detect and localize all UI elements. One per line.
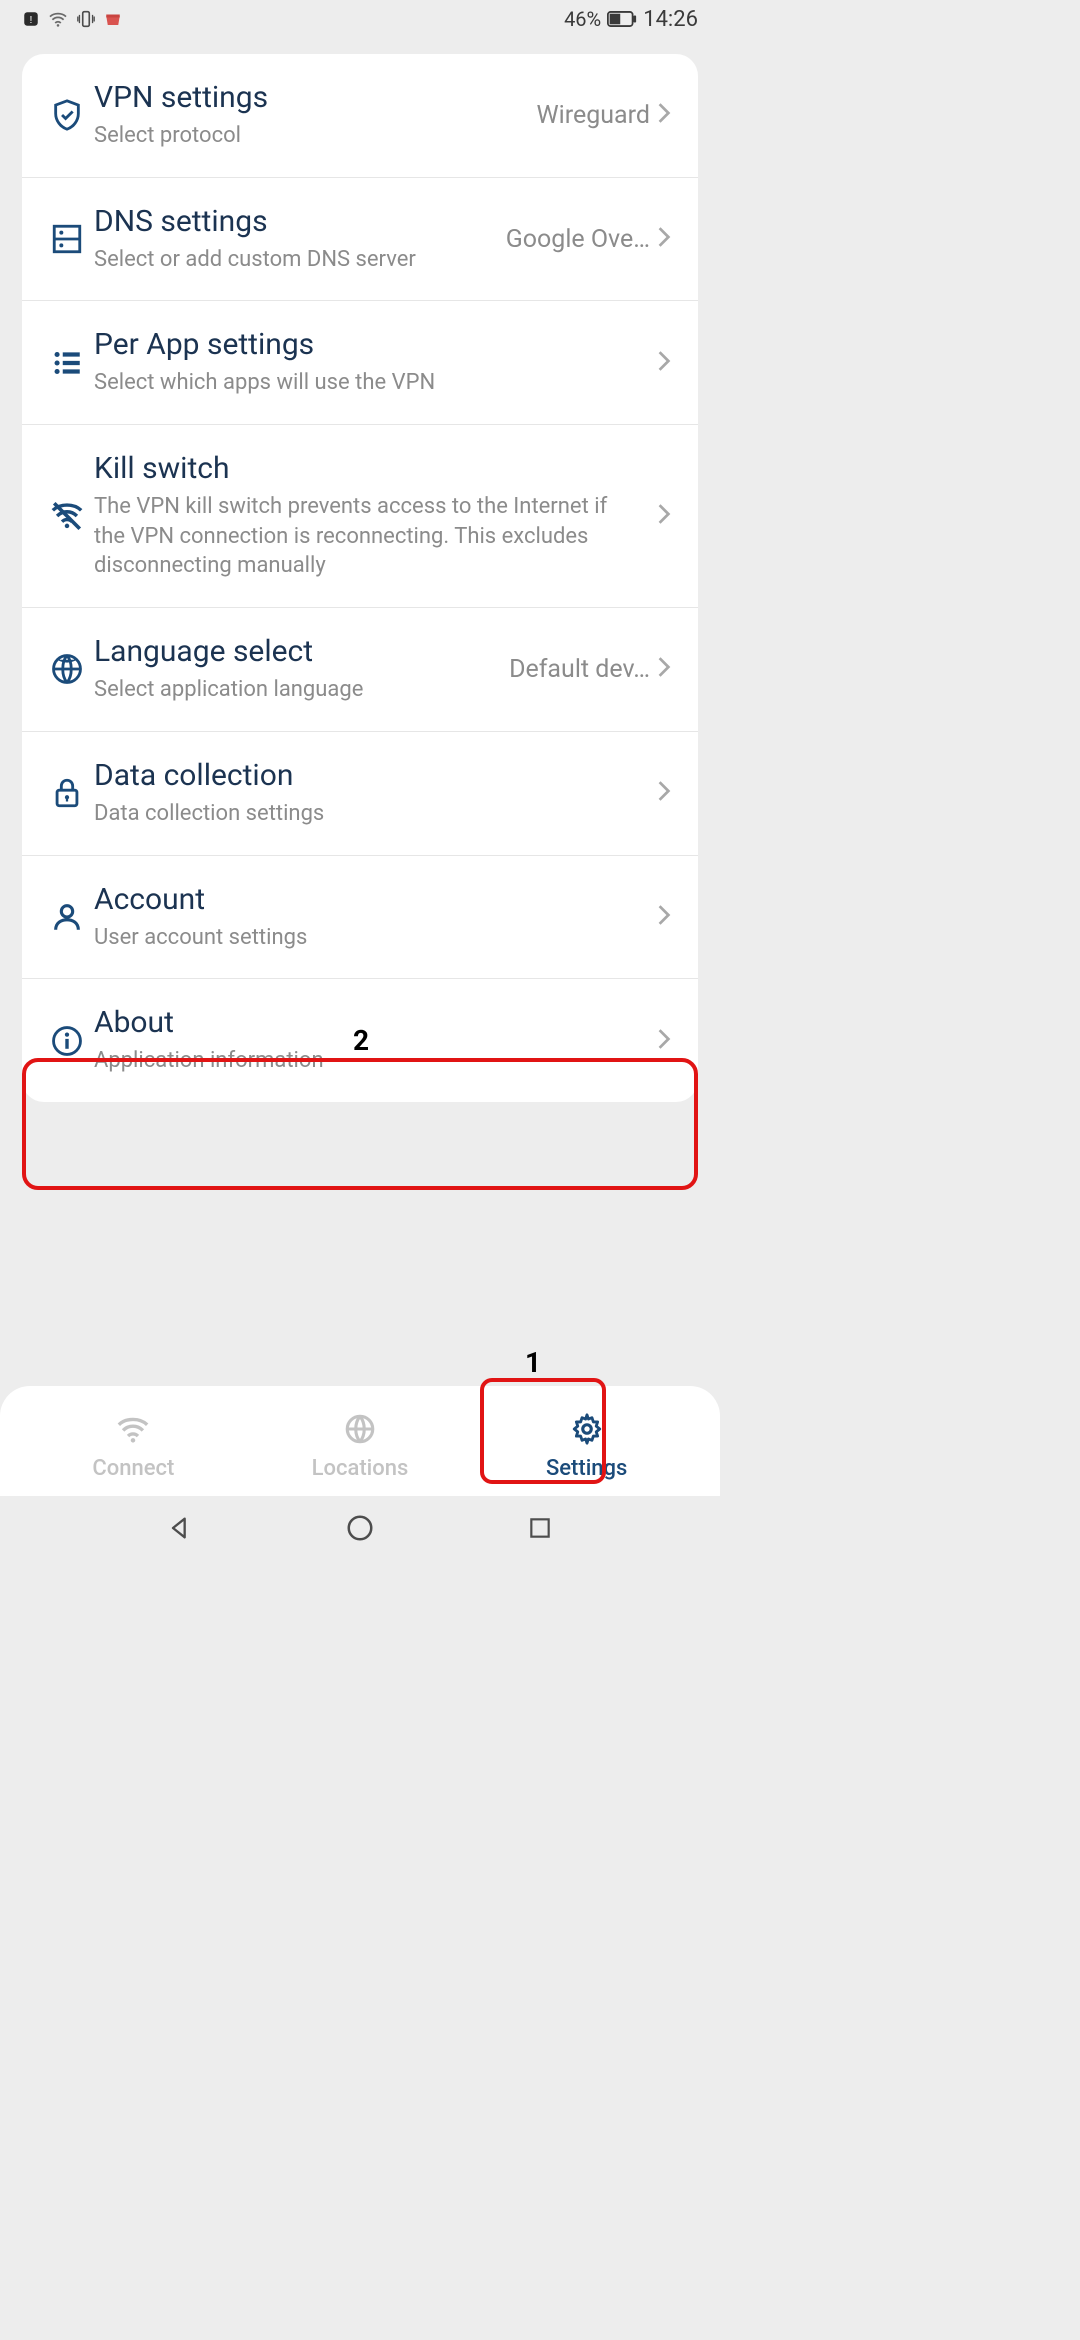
nfc-badge-icon: ! — [22, 10, 40, 28]
chevron-right-icon — [657, 102, 671, 128]
back-button[interactable] — [163, 1511, 197, 1545]
info-icon — [50, 1024, 84, 1062]
nav-label: Locations — [312, 1456, 409, 1481]
list-icon — [50, 346, 84, 384]
globe-icon — [343, 1412, 377, 1452]
globe-icon — [50, 652, 84, 690]
row-dns-settings[interactable]: DNS settings Select or add custom DNS se… — [22, 177, 698, 301]
row-subtitle: The VPN kill switch prevents access to t… — [94, 492, 642, 581]
row-title: About — [94, 1005, 642, 1040]
row-per-app-settings[interactable]: Per App settings Select which apps will … — [22, 300, 698, 424]
wifi-icon — [48, 11, 68, 27]
clock-time: 14:26 — [643, 7, 698, 32]
row-title: Data collection — [94, 758, 642, 793]
chevron-right-icon — [657, 904, 671, 930]
row-title: Language select — [94, 634, 501, 669]
settings-list: VPN settings Select protocol Wireguard D… — [22, 54, 698, 1102]
vibrate-icon — [76, 10, 96, 28]
app-notification-icon — [104, 10, 122, 28]
chevron-right-icon — [657, 656, 671, 682]
row-subtitle: Application information — [94, 1046, 642, 1076]
nav-settings[interactable]: Settings — [522, 1412, 652, 1481]
battery-percent: 46% — [564, 7, 601, 31]
gear-icon — [570, 1412, 604, 1452]
row-subtitle: Select protocol — [94, 121, 528, 151]
chevron-right-icon — [657, 780, 671, 806]
nav-locations[interactable]: Locations — [295, 1412, 425, 1481]
recents-button[interactable] — [523, 1511, 557, 1545]
row-subtitle: Select which apps will use the VPN — [94, 368, 642, 398]
row-kill-switch[interactable]: Kill switch The VPN kill switch prevents… — [22, 424, 698, 607]
wifi-icon — [116, 1412, 150, 1452]
chevron-right-icon — [657, 1028, 671, 1054]
battery-icon — [607, 11, 637, 27]
row-title: Per App settings — [94, 327, 642, 362]
row-subtitle: Select or add custom DNS server — [94, 245, 498, 275]
status-bar: ! 46% 14:26 — [0, 0, 720, 38]
nav-label: Connect — [92, 1456, 174, 1481]
person-icon — [50, 900, 84, 938]
nav-connect[interactable]: Connect — [68, 1412, 198, 1481]
row-title: Account — [94, 882, 642, 917]
row-subtitle: Data collection settings — [94, 799, 642, 829]
bottom-nav: Connect Locations Settings — [0, 1386, 720, 1496]
lock-icon — [50, 776, 84, 814]
row-vpn-settings[interactable]: VPN settings Select protocol Wireguard — [22, 54, 698, 177]
annotation-1: 1 — [525, 1346, 541, 1379]
chevron-right-icon — [657, 350, 671, 376]
nav-label: Settings — [546, 1456, 627, 1481]
row-subtitle: User account settings — [94, 923, 642, 953]
wifi-off-icon — [50, 499, 84, 537]
row-about[interactable]: About Application information — [22, 978, 698, 1102]
system-nav-bar — [0, 1496, 720, 1560]
row-value: Wireguard — [536, 101, 650, 130]
server-icon — [50, 222, 84, 260]
row-data-collection[interactable]: Data collection Data collection settings — [22, 731, 698, 855]
home-button[interactable] — [343, 1511, 377, 1545]
chevron-right-icon — [657, 226, 671, 252]
shield-check-icon — [50, 98, 84, 136]
svg-text:!: ! — [30, 14, 33, 26]
chevron-right-icon — [657, 503, 671, 529]
row-title: VPN settings — [94, 80, 528, 115]
row-subtitle: Select application language — [94, 675, 501, 705]
row-value: Default dev… — [509, 655, 650, 684]
row-value: Google Ove… — [506, 225, 650, 254]
row-title: Kill switch — [94, 451, 642, 486]
row-title: DNS settings — [94, 204, 498, 239]
row-account[interactable]: Account User account settings — [22, 855, 698, 979]
row-language-select[interactable]: Language select Select application langu… — [22, 607, 698, 731]
